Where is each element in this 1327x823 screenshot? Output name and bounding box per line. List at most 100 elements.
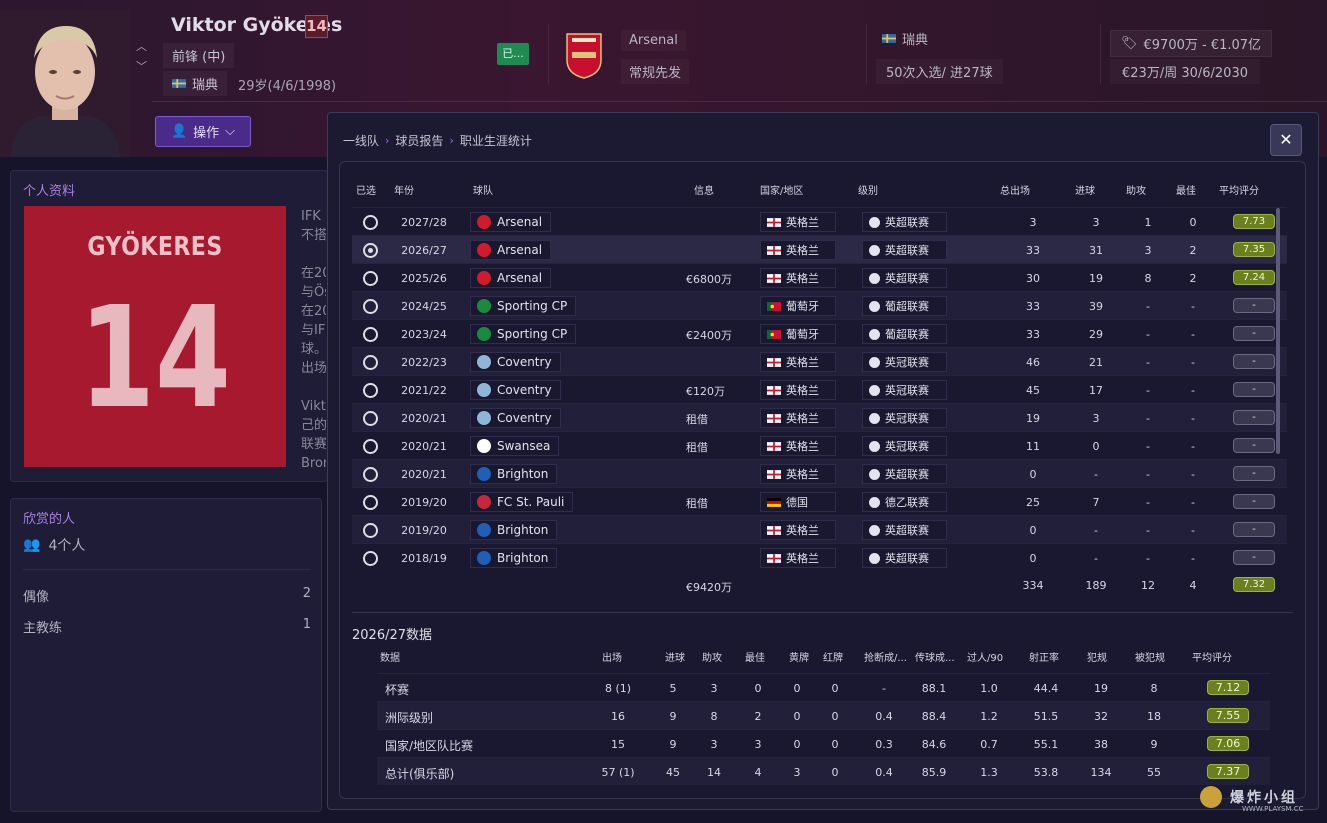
career-row[interactable]: 2022/23 Coventry 英格兰 英冠联赛 46 21 - - - [352, 347, 1287, 375]
season-col-pass[interactable]: 传球成... [915, 649, 955, 664]
col-info[interactable]: 信息 [694, 182, 714, 197]
col-team[interactable]: 球队 [473, 182, 493, 197]
season-col-assists[interactable]: 助攻 [702, 649, 722, 664]
select-radio[interactable] [363, 327, 378, 342]
league-chip[interactable]: 英冠联赛 [862, 380, 947, 400]
nationality-chip[interactable]: 瑞典 [163, 71, 228, 96]
league-chip[interactable]: 英超联赛 [862, 464, 947, 484]
nation-chip[interactable]: 英格兰 [760, 240, 836, 260]
intl-caps-chip[interactable]: 50次入选/ 进27球 [876, 59, 1003, 84]
nation-chip[interactable]: 英格兰 [760, 436, 836, 456]
team-chip[interactable]: Brighton [470, 520, 558, 540]
career-scrollbar[interactable] [1276, 208, 1280, 454]
career-row[interactable]: 2024/25 Sporting CP 葡萄牙 葡超联赛 33 39 - - - [352, 291, 1287, 319]
team-chip[interactable]: Coventry [470, 408, 561, 428]
season-col-data[interactable]: 数据 [380, 649, 400, 664]
season-col-shot-accuracy[interactable]: 射正率 [1029, 649, 1059, 664]
team-chip[interactable]: Arsenal [470, 268, 552, 288]
breadcrumb-player-report[interactable]: 球员报告 [395, 132, 443, 149]
team-chip[interactable]: Arsenal [470, 240, 552, 260]
team-chip[interactable]: Coventry [470, 352, 561, 372]
col-pom[interactable]: 最佳 [1176, 182, 1196, 197]
team-chip[interactable]: Brighton [470, 548, 558, 568]
col-avg-rating[interactable]: 平均评分 [1219, 182, 1259, 197]
nation-chip[interactable]: 英格兰 [760, 408, 836, 428]
season-col-apps[interactable]: 出场 [602, 649, 622, 664]
nation-chip[interactable]: 英格兰 [760, 212, 836, 232]
team-chip[interactable]: FC St. Pauli [470, 492, 574, 512]
career-row[interactable]: 2018/19 Brighton 英格兰 英超联赛 0 - - - - [352, 543, 1287, 571]
season-col-tackles[interactable]: 抢断成/... [864, 649, 907, 664]
league-chip[interactable]: 英冠联赛 [862, 408, 947, 428]
status-chip[interactable]: 已... [497, 43, 529, 65]
team-chip[interactable]: Swansea [470, 436, 560, 456]
nation-chip[interactable]: 葡萄牙 [760, 324, 836, 344]
career-row[interactable]: 2020/21 Brighton 英格兰 英超联赛 0 - - - - [352, 459, 1287, 487]
wage-contract-chip[interactable]: €23万/周 30/6/2030 [1110, 59, 1260, 84]
club-name-chip[interactable]: Arsenal [621, 30, 686, 51]
select-radio[interactable] [363, 411, 378, 426]
career-row[interactable]: 2025/26 Arsenal €6800万 英格兰 英超联赛 30 19 8 2 7.24 [352, 263, 1287, 291]
league-chip[interactable]: 英超联赛 [862, 212, 947, 232]
league-chip[interactable]: 英超联赛 [862, 548, 947, 568]
actions-button[interactable]: 👤 操作 ⌵ [155, 116, 251, 147]
select-radio[interactable] [363, 299, 378, 314]
nation-chip[interactable]: 英格兰 [760, 520, 836, 540]
position-chip[interactable]: 前锋 (中) [163, 43, 235, 68]
season-col-red[interactable]: 红牌 [823, 649, 843, 664]
league-chip[interactable]: 德乙联赛 [862, 492, 947, 512]
select-radio[interactable] [363, 215, 378, 230]
select-radio[interactable] [363, 523, 378, 538]
select-radio[interactable] [363, 495, 378, 510]
season-col-goals[interactable]: 进球 [665, 649, 685, 664]
nation-chip[interactable]: 英格兰 [760, 548, 836, 568]
career-row[interactable]: 2020/21 Coventry 租借 英格兰 英冠联赛 19 3 - - - [352, 403, 1287, 431]
season-col-fouls[interactable]: 犯规 [1087, 649, 1107, 664]
admirer-row[interactable]: 偶像 2 [23, 586, 311, 605]
season-row[interactable]: 国家/地区队比赛 15 9 3 3 0 0 0.3 84.6 0.7 55.1 38 9 7.06 [377, 729, 1270, 757]
season-row[interactable]: 总计(俱乐部) 57 (1) 45 14 4 3 0 0.4 85.9 1.3 53.8 134 55 7… [377, 757, 1270, 785]
career-row[interactable]: 2027/28 Arsenal 英格兰 英超联赛 3 3 1 0 7.73 [352, 207, 1287, 235]
chevron-down-icon[interactable]: ﹀ [136, 58, 147, 74]
league-chip[interactable]: 英冠联赛 [862, 436, 947, 456]
squad-role-chip[interactable]: 常规先发 [621, 59, 689, 84]
intl-nation[interactable]: 瑞典 [876, 26, 934, 51]
select-radio[interactable] [363, 467, 378, 482]
career-row[interactable]: 2021/22 Coventry €120万 英格兰 英冠联赛 45 17 - - - [352, 375, 1287, 403]
col-apps[interactable]: 总出场 [1000, 182, 1030, 197]
select-radio[interactable] [363, 551, 378, 566]
select-radio[interactable] [363, 271, 378, 286]
season-row[interactable]: 洲际级别 16 9 8 2 0 0 0.4 88.4 1.2 51.5 32 18 7.55 [377, 701, 1270, 729]
value-chip[interactable]: 🏷 €9700万 - €1.07亿 [1110, 30, 1273, 57]
col-nation[interactable]: 国家/地区 [760, 182, 803, 197]
close-button[interactable]: ✕ [1270, 124, 1302, 156]
season-row[interactable]: 杯赛 8 (1) 5 3 0 0 0 - 88.1 1.0 44.4 19 8 7.12 [377, 673, 1270, 701]
league-chip[interactable]: 英超联赛 [862, 268, 947, 288]
team-chip[interactable]: Sporting CP [470, 324, 577, 344]
col-year[interactable]: 年份 [394, 182, 414, 197]
league-chip[interactable]: 英超联赛 [862, 520, 947, 540]
nation-chip[interactable]: 英格兰 [760, 352, 836, 372]
season-col-dribbles[interactable]: 过人/90 [967, 649, 1003, 664]
nation-chip[interactable]: 葡萄牙 [760, 296, 836, 316]
select-radio[interactable] [363, 383, 378, 398]
col-level[interactable]: 级别 [858, 182, 878, 197]
team-chip[interactable]: Coventry [470, 380, 561, 400]
career-row[interactable]: 2026/27 Arsenal 英格兰 英超联赛 33 31 3 2 7.35 [352, 235, 1287, 263]
career-row[interactable]: 2020/21 Swansea 租借 英格兰 英冠联赛 11 0 - - - [352, 431, 1287, 459]
nation-chip[interactable]: 英格兰 [760, 268, 836, 288]
career-row[interactable]: 2019/20 FC St. Pauli 租借 德国 德乙联赛 25 7 - - - [352, 487, 1287, 515]
league-chip[interactable]: 葡超联赛 [862, 296, 947, 316]
col-goals[interactable]: 进球 [1075, 182, 1095, 197]
season-col-pom[interactable]: 最佳 [745, 649, 765, 664]
league-chip[interactable]: 英冠联赛 [862, 352, 947, 372]
breadcrumb-first-team[interactable]: 一线队 [343, 132, 379, 149]
season-col-yellow[interactable]: 黄牌 [789, 649, 809, 664]
team-chip[interactable]: Sporting CP [470, 296, 577, 316]
arsenal-crest-icon[interactable] [563, 30, 605, 80]
select-radio[interactable] [363, 355, 378, 370]
nation-chip[interactable]: 德国 [760, 492, 836, 512]
col-assists[interactable]: 助攻 [1126, 182, 1146, 197]
nation-chip[interactable]: 英格兰 [760, 380, 836, 400]
select-radio[interactable] [363, 439, 378, 454]
